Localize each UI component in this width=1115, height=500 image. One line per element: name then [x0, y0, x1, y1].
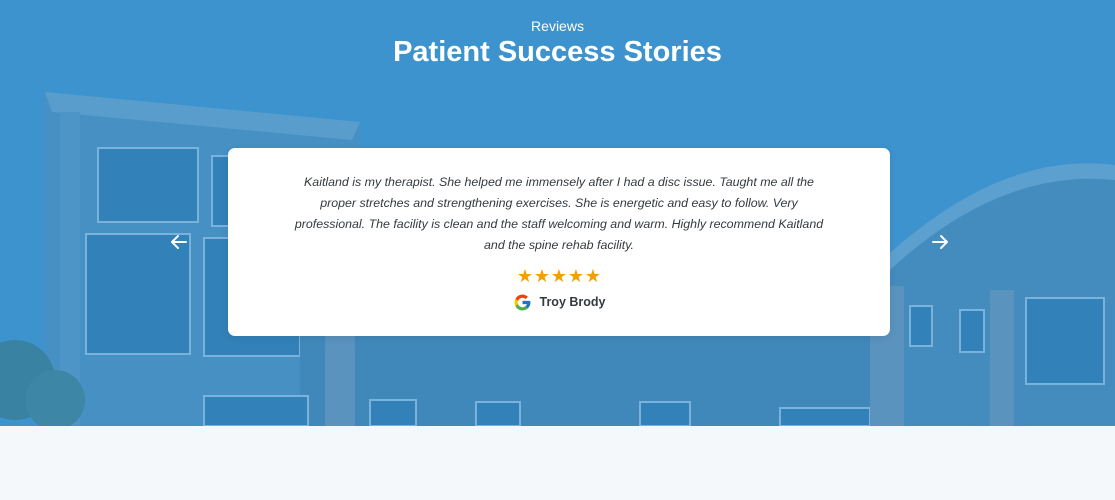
arrow-left-icon	[171, 235, 187, 249]
reviews-hero-section: Reviews Patient Success Stories Kaitland…	[0, 0, 1115, 426]
section-title: Patient Success Stories	[393, 36, 722, 68]
testimonial-card: Kaitland is my therapist. She helped me …	[228, 148, 890, 336]
lower-section-background	[0, 426, 1115, 500]
star-icon: ★	[516, 266, 534, 286]
section-eyebrow: Reviews	[531, 18, 584, 34]
author-name: Troy Brody	[539, 295, 606, 309]
testimonial-quote: Kaitland is my therapist. She helped me …	[294, 175, 824, 252]
star-rating: ★★★★★	[228, 266, 890, 286]
star-icon: ★	[550, 266, 568, 286]
testimonial-author: Troy Brody	[228, 291, 890, 313]
star-icon: ★	[584, 266, 602, 286]
star-icon: ★	[567, 266, 585, 286]
arrow-right-icon	[932, 235, 948, 249]
star-icon: ★	[533, 266, 551, 286]
carousel-next-button[interactable]	[930, 232, 950, 252]
carousel-prev-button[interactable]	[169, 232, 189, 252]
google-icon	[514, 294, 530, 310]
